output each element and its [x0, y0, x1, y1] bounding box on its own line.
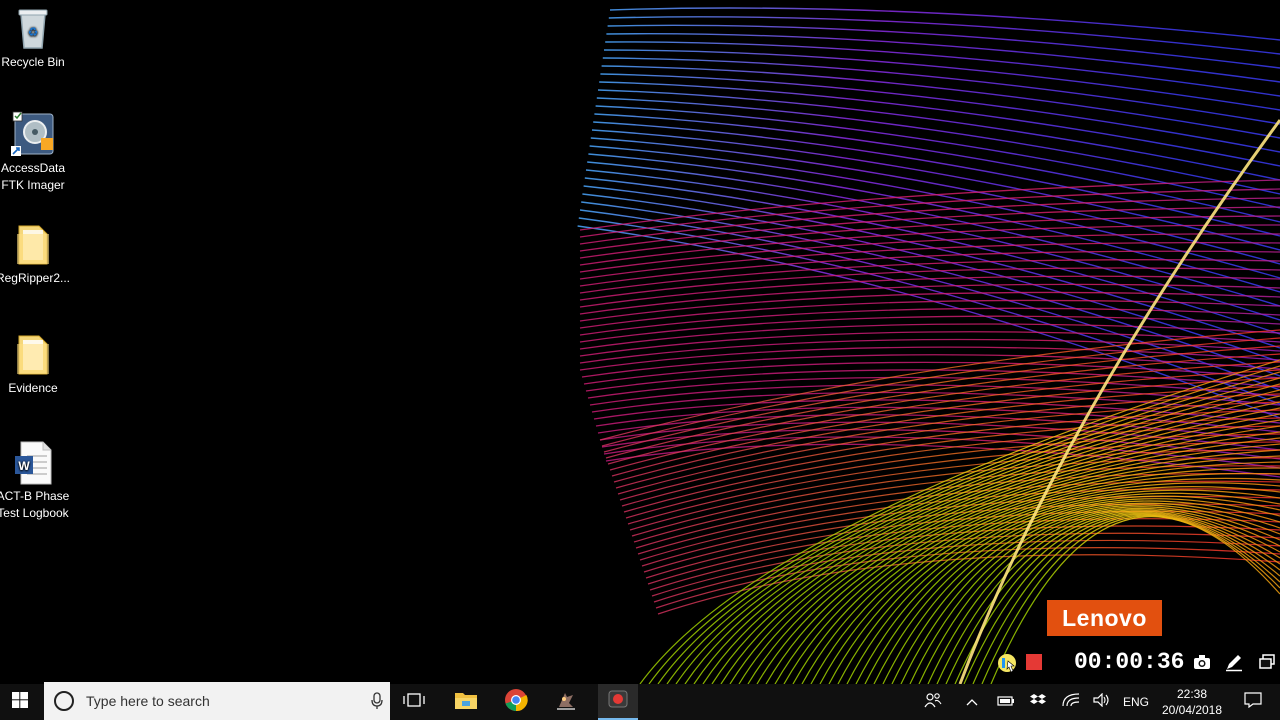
feather-strand — [693, 395, 1280, 684]
folder-icon — [9, 220, 57, 268]
windows-logo-icon — [12, 691, 28, 713]
task-view-button[interactable] — [398, 684, 430, 720]
volume-button[interactable] — [1090, 684, 1114, 720]
feather-strand — [647, 518, 1280, 585]
feather-strand — [585, 169, 1280, 321]
clock-time: 22:38 — [1176, 687, 1208, 701]
chevron-up-icon — [966, 693, 978, 711]
svg-text:♻: ♻ — [28, 25, 39, 39]
feather-strand — [603, 49, 1280, 111]
window-icon[interactable] — [1258, 653, 1276, 671]
feather-strand — [602, 57, 1280, 125]
recycle-bin-icon: ♻ — [9, 4, 57, 52]
lenovo-logo: Lenovo — [1047, 600, 1162, 636]
feather-strand — [579, 307, 1280, 336]
dropbox-icon — [1030, 693, 1046, 712]
clock-date: 20/04/2018 — [1161, 703, 1223, 717]
pause-icon[interactable] — [996, 652, 1018, 674]
start-button[interactable] — [0, 684, 40, 720]
feather-strand — [606, 33, 1280, 83]
people-icon — [924, 692, 942, 713]
microphone-icon[interactable] — [364, 692, 390, 710]
battery-button[interactable] — [994, 684, 1018, 720]
desktop-icon-recycle-bin[interactable]: ♻ Recycle Bin — [0, 4, 72, 71]
desktop-wallpaper — [577, 7, 1280, 684]
pen-icon[interactable] — [1224, 652, 1244, 672]
desktop-icon-label: Evidence — [8, 381, 58, 395]
desktop-icon-logbook[interactable]: W ACT-B Phase Test Logbook — [0, 438, 72, 522]
language-indicator: ENG — [1122, 695, 1149, 709]
feather-strand — [581, 201, 1280, 377]
feather-strand — [579, 179, 1280, 231]
chrome-icon — [504, 688, 528, 717]
recording-timer: 00:00:36 — [1074, 649, 1185, 675]
feather-strand — [579, 188, 1280, 238]
desktop-icon-evidence[interactable]: Evidence — [0, 330, 72, 397]
svg-text:W: W — [18, 459, 30, 473]
feather-strand — [601, 65, 1280, 139]
cortana-icon — [54, 691, 74, 711]
input-language-button[interactable]: ENG — [1120, 684, 1152, 720]
dropbox-button[interactable] — [1026, 684, 1050, 720]
taskbar-file-explorer[interactable] — [448, 684, 484, 720]
desktop-icon-regripper[interactable]: RegRipper2... — [0, 220, 72, 287]
desktop-icon-label: ACT-B Phase Test Logbook — [0, 489, 70, 520]
search-bar[interactable]: Type here to search — [44, 682, 390, 720]
ftk-imager-icon — [9, 110, 57, 158]
speaker-icon — [1093, 692, 1111, 712]
wifi-icon — [1062, 692, 1080, 712]
search-input[interactable]: Type here to search — [86, 693, 364, 709]
word-document-icon: W — [9, 438, 57, 486]
feather-strand — [577, 225, 1280, 419]
clock[interactable]: 22:38 20/04/2018 — [1152, 686, 1232, 718]
taskbar-app[interactable] — [548, 684, 584, 720]
desktop-icon-label: AccessData FTK Imager — [0, 161, 66, 192]
task-view-icon — [403, 692, 425, 713]
notification-icon — [1244, 691, 1262, 713]
feather-strand — [579, 338, 1280, 364]
app-icon — [555, 689, 577, 716]
taskbar-screen-recorder[interactable] — [598, 684, 638, 720]
stop-icon[interactable] — [1026, 654, 1042, 670]
desktop-icon-label: Recycle Bin — [1, 55, 65, 69]
taskbar-chrome[interactable] — [498, 684, 534, 720]
feather-strand — [607, 24, 1280, 69]
people-button[interactable] — [920, 684, 946, 720]
battery-icon — [997, 693, 1015, 711]
desktop-icon-label: RegRipper2... — [0, 271, 71, 285]
feather-strand — [579, 315, 1280, 343]
action-center-button[interactable] — [1238, 684, 1268, 720]
desktop-icon-ftk-imager[interactable]: AccessData FTK Imager — [0, 110, 72, 194]
folder-icon — [9, 330, 57, 378]
feather-strands — [577, 7, 1280, 684]
show-hidden-icons-button[interactable] — [960, 684, 984, 720]
file-explorer-icon — [454, 690, 478, 715]
feather-strand — [702, 401, 1280, 684]
network-button[interactable] — [1058, 684, 1084, 720]
feather-strand — [587, 376, 1280, 399]
camera-icon[interactable] — [1192, 652, 1212, 672]
screen-recorder-icon — [607, 688, 629, 715]
